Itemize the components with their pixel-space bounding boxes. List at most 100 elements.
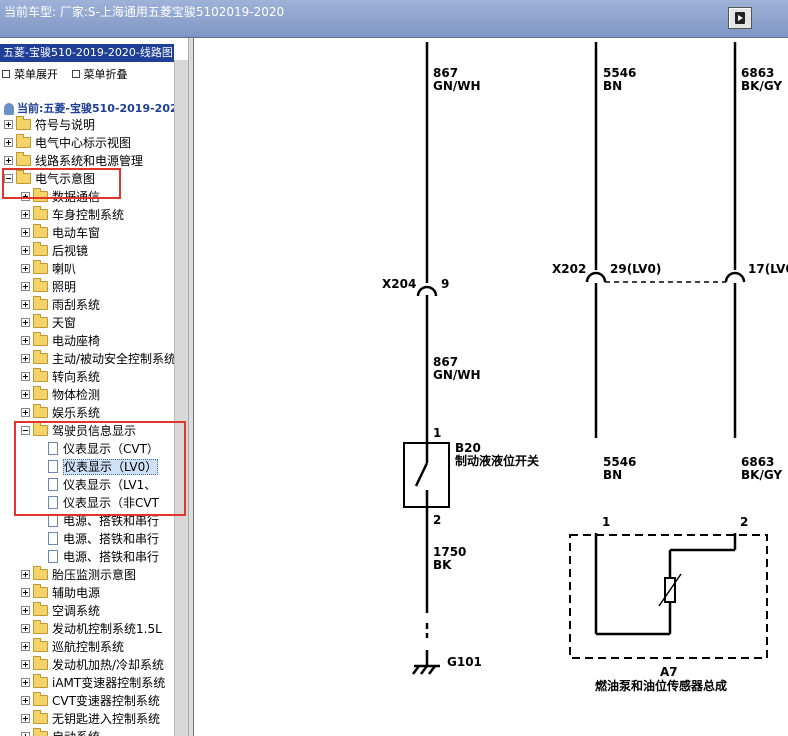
wire2-mid-color: BN: [603, 468, 623, 482]
tree-item-label: iAMT变速器控制系统: [52, 676, 166, 690]
expand-plus-icon[interactable]: [21, 570, 30, 579]
folder-icon: [33, 692, 48, 706]
tree-doc-item[interactable]: 电源、搭铁和串行: [48, 548, 190, 566]
toggle-panel-button[interactable]: [728, 7, 752, 29]
tree-folder-item[interactable]: 胎压监测示意图: [21, 566, 190, 584]
expand-plus-icon[interactable]: [21, 372, 30, 381]
diagram-svg: [403, 42, 768, 675]
wire3-top-color: BK/GY: [741, 79, 783, 93]
expand-plus-icon[interactable]: [21, 408, 30, 417]
expand-plus-icon[interactable]: [21, 282, 30, 291]
expand-plus-icon[interactable]: [21, 660, 30, 669]
tree-folder-item[interactable]: 电动车窗: [21, 224, 190, 242]
tree-folder-item[interactable]: 天窗: [21, 314, 190, 332]
tree-folder-item[interactable]: 喇叭: [21, 260, 190, 278]
folder-icon: [33, 296, 48, 310]
tree-folder-item[interactable]: CVT变速器控制系统: [21, 692, 190, 710]
folder-icon: [33, 728, 48, 736]
connector-pin17: [724, 271, 746, 283]
sidebar-scrollbar[interactable]: [174, 60, 188, 736]
expand-plus-icon[interactable]: [21, 642, 30, 651]
expand-plus-icon[interactable]: [21, 318, 30, 327]
expand-plus-icon[interactable]: [21, 210, 30, 219]
connector-pin17-label: 17(LV0): [748, 262, 788, 276]
expand-plus-icon[interactable]: [21, 264, 30, 273]
tree-item-label: 照明: [52, 280, 77, 294]
tree-folder-item[interactable]: 物体检测: [21, 386, 190, 404]
tree-item-label: 电动车窗: [52, 226, 101, 240]
folder-icon: [33, 332, 48, 346]
tree-item-label: 天窗: [52, 316, 77, 330]
wire3-mid-color: BK/GY: [741, 468, 783, 482]
b20-name: 制动液液位开关: [455, 454, 540, 468]
user-icon: [4, 103, 14, 115]
tree-folder-item[interactable]: 辅助电源: [21, 584, 190, 602]
tree-folder-item[interactable]: 娱乐系统: [21, 404, 190, 422]
expand-plus-icon[interactable]: [21, 696, 30, 705]
folder-icon: [33, 584, 48, 598]
tree-folder-item[interactable]: 巡航控制系统: [21, 638, 190, 656]
expand-plus-icon[interactable]: [4, 120, 13, 129]
folder-icon: [16, 152, 31, 166]
expand-plus-icon[interactable]: [21, 246, 30, 255]
tree-folder-item[interactable]: 雨刮系统: [21, 296, 190, 314]
tree-folder-item[interactable]: iAMT变速器控制系统: [21, 674, 190, 692]
checkbox-icon: [71, 70, 80, 78]
expand-plus-icon[interactable]: [21, 300, 30, 309]
tree-folder-item[interactable]: 无钥匙进入控制系统: [21, 710, 190, 728]
tree-item-label: 转向系统: [52, 370, 101, 384]
a7-name: 燃油泵和油位传感器总成: [595, 679, 728, 693]
tree-folder-item[interactable]: 空调系统: [21, 602, 190, 620]
collapse-all-button[interactable]: 菜单折叠: [71, 66, 128, 82]
expand-plus-icon[interactable]: [21, 606, 30, 615]
tree-folder-item[interactable]: 启动系统: [21, 728, 190, 736]
tree-item-label: 线路系统和电源管理: [35, 154, 144, 168]
folder-icon: [33, 638, 48, 652]
expand-plus-icon[interactable]: [4, 156, 13, 165]
tree-doc-item[interactable]: 电源、搭铁和串行: [48, 530, 190, 548]
tree-item-label: 电源、搭铁和串行: [63, 514, 160, 528]
tree-folder-item[interactable]: 发动机加热/冷却系统: [21, 656, 190, 674]
expand-plus-icon[interactable]: [21, 678, 30, 687]
folder-icon: [33, 674, 48, 688]
folder-icon: [33, 710, 48, 724]
folder-icon: [33, 206, 48, 220]
expand-plus-icon[interactable]: [21, 354, 30, 363]
folder-icon: [33, 386, 48, 400]
tree-folder-item[interactable]: 车身控制系统: [21, 206, 190, 224]
highlight-electrical-schematic: [2, 168, 121, 199]
sidebar-header: 五菱-宝骏510-2019-2020-线路图: [0, 44, 174, 62]
expand-all-button[interactable]: 菜单展开: [2, 66, 58, 82]
connector-x202-pin: 29(LV0): [610, 262, 662, 276]
expand-plus-icon[interactable]: [21, 336, 30, 345]
expand-plus-icon[interactable]: [21, 390, 30, 399]
document-icon: [48, 532, 58, 545]
tree-item-label: 符号与说明: [35, 118, 96, 132]
folder-icon: [33, 620, 48, 634]
tree-folder-item[interactable]: 电气中心标示视图: [4, 134, 179, 152]
folder-icon: [33, 260, 48, 274]
expand-plus-icon[interactable]: [21, 714, 30, 723]
wire2-top-color: BN: [603, 79, 623, 93]
tree-folder-item[interactable]: 电动座椅: [21, 332, 190, 350]
connector-x202-label: X202: [552, 262, 587, 276]
panel-toggle-icon: [735, 12, 745, 24]
expand-plus-icon[interactable]: [4, 138, 13, 147]
tree-item-label: 巡航控制系统: [52, 640, 125, 654]
tree-folder-item[interactable]: 符号与说明: [4, 116, 179, 134]
title-bar: 当前车型: 厂家:S-上海通用五菱宝骏5102019-2020: [0, 0, 788, 38]
tree-item-label: 发动机加热/冷却系统: [52, 658, 165, 672]
tree-folder-item[interactable]: 照明: [21, 278, 190, 296]
ground-label: G101: [447, 655, 482, 669]
expand-plus-icon[interactable]: [21, 624, 30, 633]
expand-plus-icon[interactable]: [21, 228, 30, 237]
expand-plus-icon[interactable]: [21, 588, 30, 597]
tree-folder-item[interactable]: 主动/被动安全控制系统: [21, 350, 190, 368]
tree-folder-item[interactable]: 后视镜: [21, 242, 190, 260]
tree-folder-item[interactable]: 发动机控制系统1.5L: [21, 620, 190, 638]
tree-folder-item[interactable]: 转向系统: [21, 368, 190, 386]
menu-controls: 菜单展开 菜单折叠: [2, 66, 138, 82]
tree-item-label: 启动系统: [52, 730, 100, 736]
expand-plus-icon[interactable]: [21, 732, 30, 736]
wiring-diagram: 867 GN/WH 5546 BN 6863 BK/GY X204 9 X202…: [194, 38, 788, 736]
